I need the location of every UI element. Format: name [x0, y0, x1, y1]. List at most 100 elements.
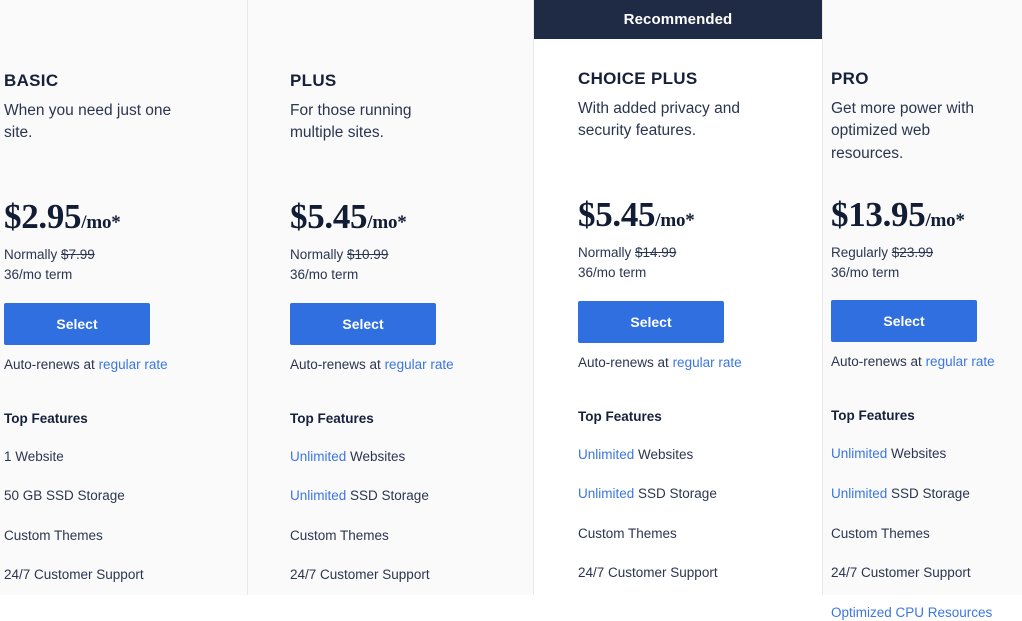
- features-title-plus: Top Features: [290, 410, 374, 426]
- feature-item: Unlimited SSD Storage: [578, 485, 822, 503]
- feature-item: 24/7 Customer Support: [831, 564, 1022, 582]
- price-amount-basic: $2.95: [4, 197, 82, 237]
- feature-text: 24/7 Customer Support: [578, 565, 718, 581]
- price-period-basic: /mo*: [81, 212, 121, 234]
- normally-label-choice-plus: Normally: [578, 245, 632, 261]
- feature-text: Custom Themes: [831, 525, 930, 541]
- features-title-basic: Top Features: [4, 410, 88, 426]
- feature-item: 24/7 Customer Support: [4, 566, 247, 584]
- plan-body-choice-plus: CHOICE PLUS With added privacy and secur…: [534, 69, 822, 582]
- normally-label-basic: Normally: [4, 247, 58, 263]
- features-choice-plus: Top Features Unlimited Websites Unlimite…: [578, 409, 822, 582]
- feature-text: 1 Website: [4, 448, 64, 464]
- plan-normally-basic: Normally $7.99: [4, 246, 247, 264]
- plan-price-choice-plus: $5.45/mo*: [578, 197, 822, 232]
- plan-term-plus: 36/mo term: [290, 267, 359, 283]
- feature-text: Custom Themes: [578, 525, 677, 541]
- normally-label-plus: Normally: [290, 247, 344, 263]
- price-amount-plus: $5.45: [290, 197, 368, 237]
- regular-rate-link-pro[interactable]: regular rate: [926, 354, 995, 369]
- feature-item: Custom Themes: [578, 525, 822, 543]
- normally-price-plus: $10.99: [347, 247, 389, 263]
- feature-text: 24/7 Customer Support: [290, 567, 430, 583]
- feature-item: Unlimited SSD Storage: [831, 485, 1022, 503]
- autorenew-prefix-plus: Auto-renews at: [290, 356, 381, 372]
- feature-highlight: Unlimited: [831, 486, 888, 502]
- select-button-pro[interactable]: Select: [831, 300, 977, 343]
- autorenew-note-plus: Auto-renews at regular rate: [290, 357, 533, 372]
- select-button-plus[interactable]: Select: [290, 302, 436, 345]
- features-title-choice-plus: Top Features: [578, 408, 662, 424]
- feature-text: SSD Storage: [887, 486, 970, 502]
- regular-rate-link-choice-plus[interactable]: regular rate: [673, 355, 742, 370]
- regular-rate-link-plus[interactable]: regular rate: [385, 357, 454, 372]
- normally-label-pro: Regularly: [831, 245, 889, 261]
- features-pro: Top Features Unlimited Websites Unlimite…: [831, 408, 1022, 621]
- feature-text: 24/7 Customer Support: [4, 567, 144, 583]
- price-block-basic: $2.95/mo* Normally $7.99 36/mo term: [4, 199, 247, 284]
- price-block-plus: $5.45/mo* Normally $10.99 36/mo term: [290, 199, 533, 284]
- features-title-pro: Top Features: [831, 408, 915, 424]
- normally-price-choice-plus: $14.99: [635, 245, 677, 261]
- feature-text: 50 GB SSD Storage: [4, 488, 125, 504]
- price-amount-pro: $13.95: [831, 195, 926, 235]
- plan-name-plus: PLUS: [290, 71, 337, 90]
- plan-normally-pro: Regularly $23.99: [831, 244, 1022, 262]
- plan-normally-choice-plus: Normally $14.99: [578, 244, 822, 262]
- plan-term-basic: 36/mo term: [4, 267, 73, 283]
- feature-text: Websites: [346, 448, 406, 464]
- price-period-pro: /mo*: [925, 210, 965, 232]
- feature-item: 50 GB SSD Storage: [4, 487, 247, 505]
- price-block-choice-plus: $5.45/mo* Normally $14.99 36/mo term: [578, 197, 822, 282]
- plan-card-plus: PLUS For those running multiple sites. $…: [248, 0, 534, 595]
- plan-term-choice-plus: 36/mo term: [578, 265, 647, 281]
- select-button-choice-plus[interactable]: Select: [578, 300, 724, 343]
- feature-item: 1 Website: [4, 448, 247, 466]
- feature-text: Custom Themes: [4, 527, 103, 543]
- feature-text: Websites: [887, 446, 947, 462]
- feature-text: Websites: [634, 446, 694, 462]
- feature-highlight: Unlimited: [290, 488, 347, 504]
- feature-item: 24/7 Customer Support: [290, 566, 533, 584]
- recommended-ribbon: Recommended: [534, 0, 822, 39]
- plan-normally-plus: Normally $10.99: [290, 246, 533, 264]
- feature-item: Unlimited Websites: [290, 448, 533, 466]
- feature-item: 24/7 Customer Support: [578, 564, 822, 582]
- feature-item: Custom Themes: [290, 527, 533, 545]
- feature-highlight: Unlimited: [290, 448, 347, 464]
- plan-card-basic: BASIC When you need just one site. $2.95…: [0, 0, 248, 595]
- feature-highlight: Unlimited: [578, 446, 635, 462]
- feature-text: 24/7 Customer Support: [831, 565, 971, 581]
- plan-body-pro: PRO Get more power with optimized web re…: [823, 69, 1022, 621]
- feature-highlight: Unlimited: [831, 446, 888, 462]
- plan-name-choice-plus: CHOICE PLUS: [578, 69, 698, 88]
- select-button-basic[interactable]: Select: [4, 302, 150, 345]
- regular-rate-link-basic[interactable]: regular rate: [99, 357, 168, 372]
- plan-price-plus: $5.45/mo*: [290, 199, 533, 234]
- plan-tagline-basic: When you need just one site.: [4, 101, 172, 142]
- plan-card-choice-plus: Recommended CHOICE PLUS With added priva…: [534, 0, 823, 595]
- features-plus: Top Features Unlimited Websites Unlimite…: [290, 411, 533, 584]
- autorenew-prefix-pro: Auto-renews at: [831, 354, 922, 370]
- plan-term-pro: 36/mo term: [831, 265, 900, 281]
- plan-body-basic: BASIC When you need just one site. $2.95…: [0, 71, 247, 584]
- pricing-table: BASIC When you need just one site. $2.95…: [0, 0, 1022, 620]
- feature-highlight: Unlimited: [578, 486, 635, 502]
- price-block-pro: $13.95/mo* Regularly $23.99 36/mo term: [831, 197, 1022, 282]
- feature-text: SSD Storage: [634, 486, 717, 502]
- plan-price-pro: $13.95/mo*: [831, 197, 1022, 232]
- plan-tagline-choice-plus: With added privacy and security features…: [578, 99, 740, 140]
- feature-item: Unlimited SSD Storage: [290, 487, 533, 505]
- price-period-choice-plus: /mo*: [655, 210, 695, 232]
- plan-card-pro: PRO Get more power with optimized web re…: [823, 0, 1022, 620]
- feature-item[interactable]: Optimized CPU Resources: [831, 604, 1022, 621]
- normally-price-basic: $7.99: [61, 247, 95, 263]
- feature-item: Custom Themes: [4, 527, 247, 545]
- autorenew-prefix-choice-plus: Auto-renews at: [578, 354, 669, 370]
- autorenew-note-basic: Auto-renews at regular rate: [4, 357, 247, 372]
- price-amount-choice-plus: $5.45: [578, 195, 656, 235]
- autorenew-note-pro: Auto-renews at regular rate: [831, 354, 1022, 369]
- plan-tagline-plus: For those running multiple sites.: [290, 101, 412, 142]
- autorenew-note-choice-plus: Auto-renews at regular rate: [578, 355, 822, 370]
- feature-text: SSD Storage: [346, 488, 429, 504]
